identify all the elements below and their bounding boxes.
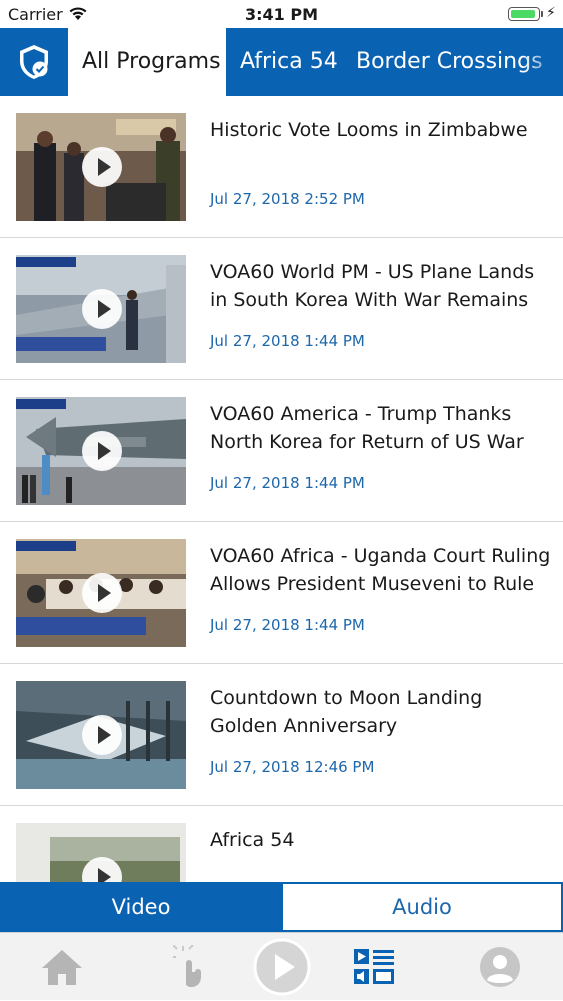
play-icon[interactable] (82, 715, 122, 755)
video-date: Jul 27, 2018 1:44 PM (210, 474, 365, 492)
video-title[interactable]: VOA60 America - Trump Thanks North Korea… (210, 400, 555, 456)
player-tab[interactable] (253, 933, 311, 1001)
video-date: Jul 27, 2018 1:44 PM (210, 616, 365, 634)
play-icon[interactable] (82, 431, 122, 471)
video-title[interactable]: VOA60 Africa - Uganda Court Ruling Allow… (210, 542, 555, 598)
video-date: Jul 27, 2018 12:46 PM (210, 758, 375, 776)
profile-tab[interactable] (470, 933, 530, 1001)
home-icon (42, 950, 82, 985)
video-list-item[interactable]: Historic Vote Looms in Zimbabwe Jul 27, … (0, 96, 563, 238)
audio-segment-button[interactable]: Audio (283, 884, 561, 930)
video-title[interactable]: Africa 54 (210, 826, 555, 854)
video-date: Jul 27, 2018 2:52 PM (210, 190, 365, 208)
touch-icon (173, 945, 201, 987)
video-date: Jul 27, 2018 1:44 PM (210, 332, 365, 350)
bottom-tab-bar (0, 932, 563, 1000)
app-logo[interactable] (0, 28, 68, 96)
programs-tab[interactable] (346, 933, 402, 1001)
video-thumbnail[interactable] (16, 681, 186, 789)
video-title[interactable]: VOA60 World PM - US Plane Lands in South… (210, 258, 555, 314)
play-icon[interactable] (82, 147, 122, 187)
video-thumbnail[interactable] (16, 823, 186, 882)
status-bar: Carrier 3:41 PM ⚡ (0, 0, 563, 28)
video-thumbnail[interactable] (16, 539, 186, 647)
shield-check-icon (20, 45, 48, 79)
tab-all-programs[interactable]: All Programs (68, 28, 226, 96)
video-title[interactable]: Historic Vote Looms in Zimbabwe (210, 116, 555, 144)
tabs-fade-overlay (523, 28, 563, 96)
video-list-item[interactable]: VOA60 World PM - US Plane Lands in South… (0, 238, 563, 380)
video-list-item[interactable]: Countdown to Moon Landing Golden Anniver… (0, 664, 563, 806)
battery-cap (541, 11, 543, 17)
battery-level (511, 10, 535, 18)
video-thumbnail[interactable] (16, 397, 186, 505)
program-tabs-bar: All Programs Africa 54 Border Crossings (0, 28, 563, 96)
charging-icon: ⚡ (546, 5, 556, 21)
video-title[interactable]: Countdown to Moon Landing Golden Anniver… (210, 684, 555, 740)
video-list-item[interactable]: VOA60 Africa - Uganda Court Ruling Allow… (0, 522, 563, 664)
play-icon (253, 938, 311, 996)
media-type-toggle: Video Audio (0, 882, 563, 932)
play-icon[interactable] (82, 289, 122, 329)
programs-icon (354, 949, 394, 984)
video-list[interactable]: Historic Vote Looms in Zimbabwe Jul 27, … (0, 96, 563, 882)
video-list-item[interactable]: Africa 54 (0, 806, 563, 882)
video-thumbnail[interactable] (16, 255, 186, 363)
clock-time: 3:41 PM (244, 5, 318, 24)
video-thumbnail[interactable] (16, 113, 186, 221)
play-icon[interactable] (82, 573, 122, 613)
video-list-item[interactable]: VOA60 America - Trump Thanks North Korea… (0, 380, 563, 522)
video-segment-button[interactable]: Video (0, 882, 282, 932)
interact-tab[interactable] (160, 933, 220, 1001)
tab-africa-54[interactable]: Africa 54 (226, 28, 352, 96)
home-tab[interactable] (32, 933, 92, 1001)
profile-icon (480, 947, 520, 987)
battery-icon (508, 7, 540, 21)
